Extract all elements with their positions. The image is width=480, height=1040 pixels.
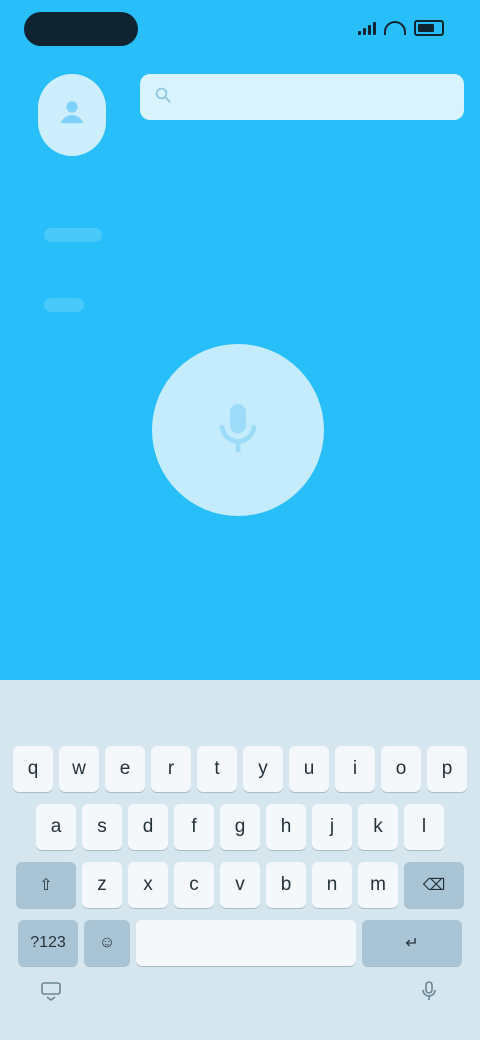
side-menu-hint	[44, 228, 102, 242]
voice-input-button[interactable]	[152, 344, 324, 516]
key-b[interactable]: b	[266, 862, 306, 908]
app-area	[0, 0, 480, 680]
key-o[interactable]: o	[381, 746, 421, 792]
key-r[interactable]: r	[151, 746, 191, 792]
search-icon	[154, 86, 172, 109]
side-menu-hint	[44, 298, 84, 312]
key-row-1: q w e r t y u i o p	[0, 746, 480, 792]
key-j[interactable]: j	[312, 804, 352, 850]
user-icon	[57, 97, 87, 134]
key-m[interactable]: m	[358, 862, 398, 908]
search-input[interactable]	[182, 86, 450, 108]
backspace-key[interactable]: ⌫	[404, 862, 464, 908]
shift-key[interactable]: ⇧	[16, 862, 76, 908]
signal-icon	[358, 21, 376, 35]
key-w[interactable]: w	[59, 746, 99, 792]
key-i[interactable]: i	[335, 746, 375, 792]
mic-icon	[206, 396, 270, 465]
key-q[interactable]: q	[13, 746, 53, 792]
status-bar	[0, 0, 480, 60]
key-y[interactable]: y	[243, 746, 283, 792]
avatar[interactable]	[38, 74, 106, 156]
key-f[interactable]: f	[174, 804, 214, 850]
key-row-3: ⇧ z x c v b n m ⌫	[0, 862, 480, 908]
key-x[interactable]: x	[128, 862, 168, 908]
key-g[interactable]: g	[220, 804, 260, 850]
key-s[interactable]: s	[82, 804, 122, 850]
wifi-icon	[384, 21, 406, 35]
suggestion-strip	[0, 690, 480, 730]
status-time	[24, 12, 138, 46]
key-k[interactable]: k	[358, 804, 398, 850]
key-row-2: a s d f g h j k l	[0, 804, 480, 850]
key-h[interactable]: h	[266, 804, 306, 850]
key-t[interactable]: t	[197, 746, 237, 792]
search-bar[interactable]	[140, 74, 464, 120]
screen: q w e r t y u i o p a s d f g h j k l ⇧ …	[0, 0, 480, 1040]
key-v[interactable]: v	[220, 862, 260, 908]
navigation-bar	[0, 950, 480, 1040]
key-d[interactable]: d	[128, 804, 168, 850]
key-z[interactable]: z	[82, 862, 122, 908]
status-icons	[358, 20, 444, 36]
key-e[interactable]: e	[105, 746, 145, 792]
mic-icon[interactable]	[412, 974, 446, 1008]
battery-icon	[414, 20, 444, 36]
key-c[interactable]: c	[174, 862, 214, 908]
key-p[interactable]: p	[427, 746, 467, 792]
key-u[interactable]: u	[289, 746, 329, 792]
keyboard-down-icon[interactable]	[34, 974, 68, 1008]
key-l[interactable]: l	[404, 804, 444, 850]
key-a[interactable]: a	[36, 804, 76, 850]
key-n[interactable]: n	[312, 862, 352, 908]
